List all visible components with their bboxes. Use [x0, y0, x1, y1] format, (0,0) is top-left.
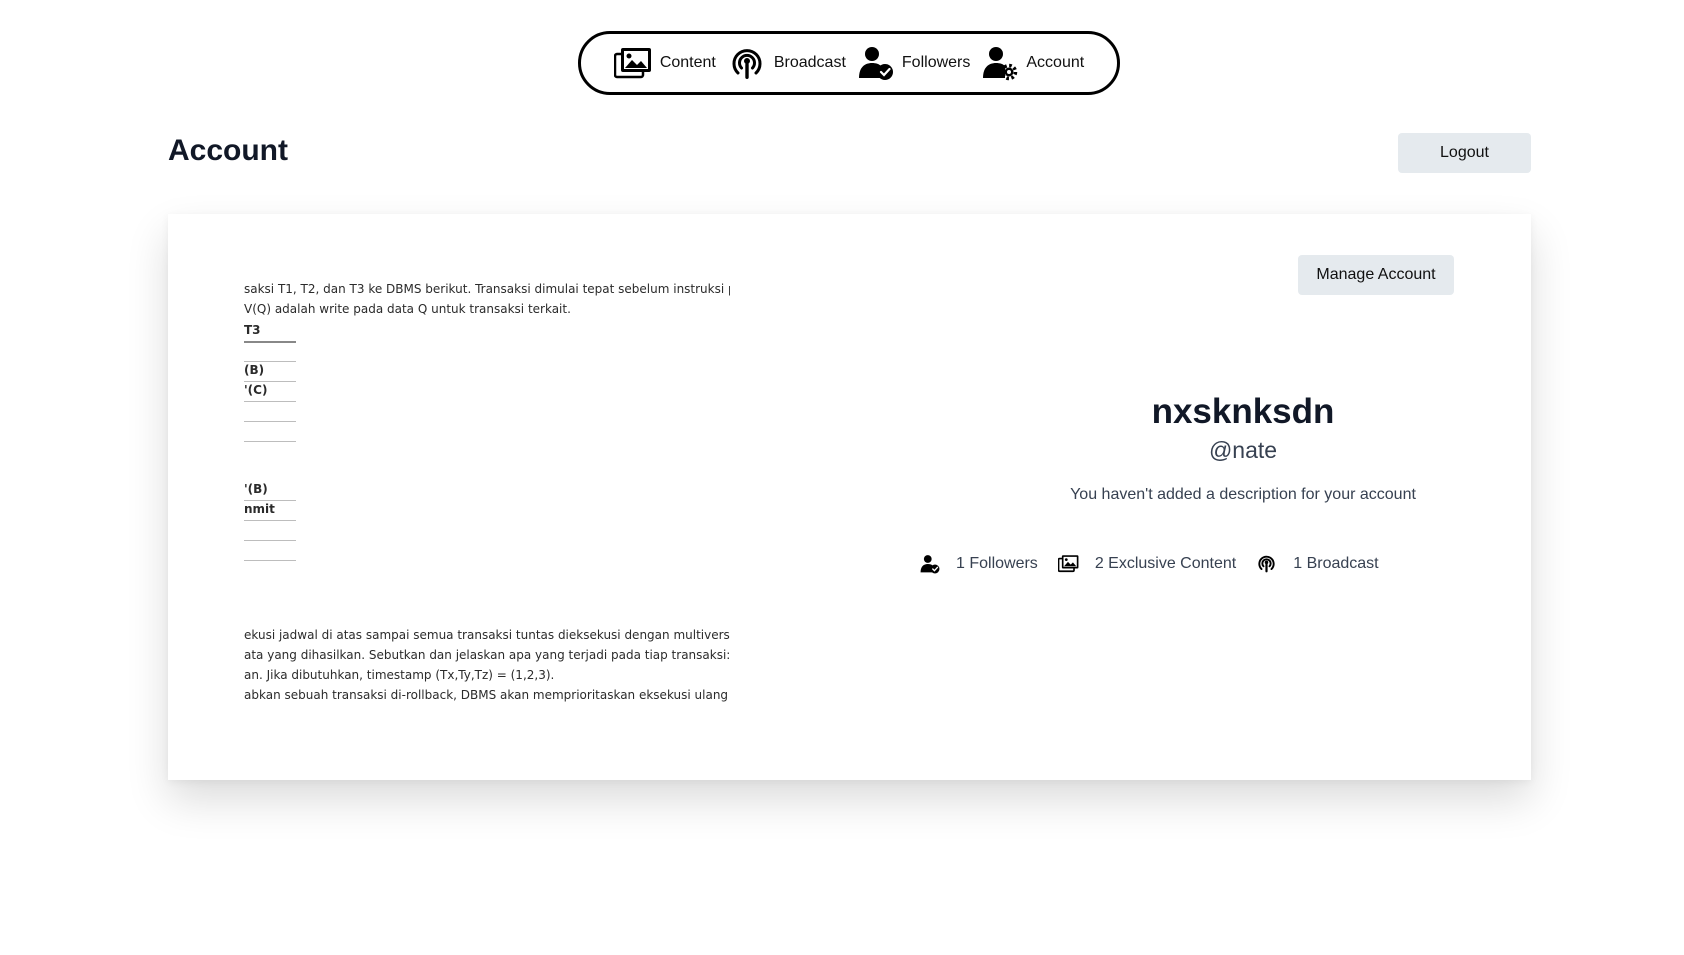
profile-info: nxsknksdn @nate You haven't added a desc…: [928, 392, 1558, 504]
page-title: Account: [168, 134, 288, 167]
images-icon: [613, 48, 651, 79]
stat-exclusive-content: 2 Exclusive Content: [1057, 554, 1237, 573]
banner-text-line: an. Jika dibutuhkan, timestamp (Tx,Ty,Tz…: [244, 668, 555, 682]
banner-text-line: ekusi jadwal di atas sampai semua transa…: [244, 628, 730, 642]
nav-item-content[interactable]: Content: [613, 46, 716, 80]
profile-banner-image: saksi T1, T2, dan T3 ke DBMS berikut. Tr…: [244, 274, 730, 704]
banner-table-cell: [244, 521, 296, 541]
banner-table-cell: nmit: [244, 501, 296, 521]
images-icon: [1057, 555, 1079, 573]
stat-broadcast-label: 1 Broadcast: [1293, 554, 1379, 572]
display-name: nxsknksdn: [1151, 392, 1335, 431]
user-gear-icon: [983, 47, 1018, 81]
account-stats: 1 Followers 2 Exclusive Content 1 Broadc…: [920, 553, 1379, 574]
logout-button[interactable]: Logout: [1398, 133, 1531, 173]
stat-followers-label: 1 Followers: [956, 554, 1038, 572]
stat-followers: 1 Followers: [920, 554, 1038, 574]
broadcast-icon: [732, 49, 762, 79]
stat-exclusive-content-label: 2 Exclusive Content: [1094, 554, 1237, 572]
nav-item-account[interactable]: Account: [982, 45, 1084, 81]
banner-table-cell: [244, 402, 296, 422]
user-check-icon: [920, 554, 940, 573]
banner-table-cell: (B): [244, 362, 296, 382]
banner-table-cell: [244, 541, 296, 561]
banner-text-line: V(Q) adalah write pada data Q untuk tran…: [244, 302, 571, 316]
account-description: You haven't added a description for your…: [1070, 486, 1416, 503]
nav-label-broadcast: Broadcast: [773, 54, 846, 71]
nav-item-broadcast[interactable]: Broadcast: [728, 44, 846, 82]
nav-label-content: Content: [659, 54, 716, 71]
top-nav: Content Broadcast Followers Account: [578, 31, 1120, 95]
nav-label-account: Account: [1026, 54, 1085, 71]
banner-table-cell: T3: [244, 322, 296, 343]
banner-text-line: saksi T1, T2, dan T3 ke DBMS berikut. Tr…: [244, 282, 730, 296]
broadcast-icon: [1258, 555, 1275, 573]
banner-table-cell: [244, 342, 296, 362]
banner-table-cell: [244, 422, 296, 442]
nav-label-followers: Followers: [901, 54, 971, 71]
user-check-icon: [858, 47, 893, 80]
banner-table-cell: '(C): [244, 382, 296, 402]
username: @nate: [1208, 437, 1278, 463]
banner-table-cell: '(B): [244, 481, 296, 501]
stat-broadcast: 1 Broadcast: [1256, 553, 1379, 574]
nav-item-followers[interactable]: Followers: [858, 45, 970, 81]
banner-text-line: abkan sebuah transaksi di-rollback, DBMS…: [244, 688, 730, 702]
manage-account-button[interactable]: Manage Account: [1298, 255, 1454, 295]
account-card: Manage Account saksi T1, T2, dan T3 ke D…: [168, 214, 1531, 780]
banner-text-line: ata yang dihasilkan. Sebutkan dan jelask…: [244, 648, 730, 662]
